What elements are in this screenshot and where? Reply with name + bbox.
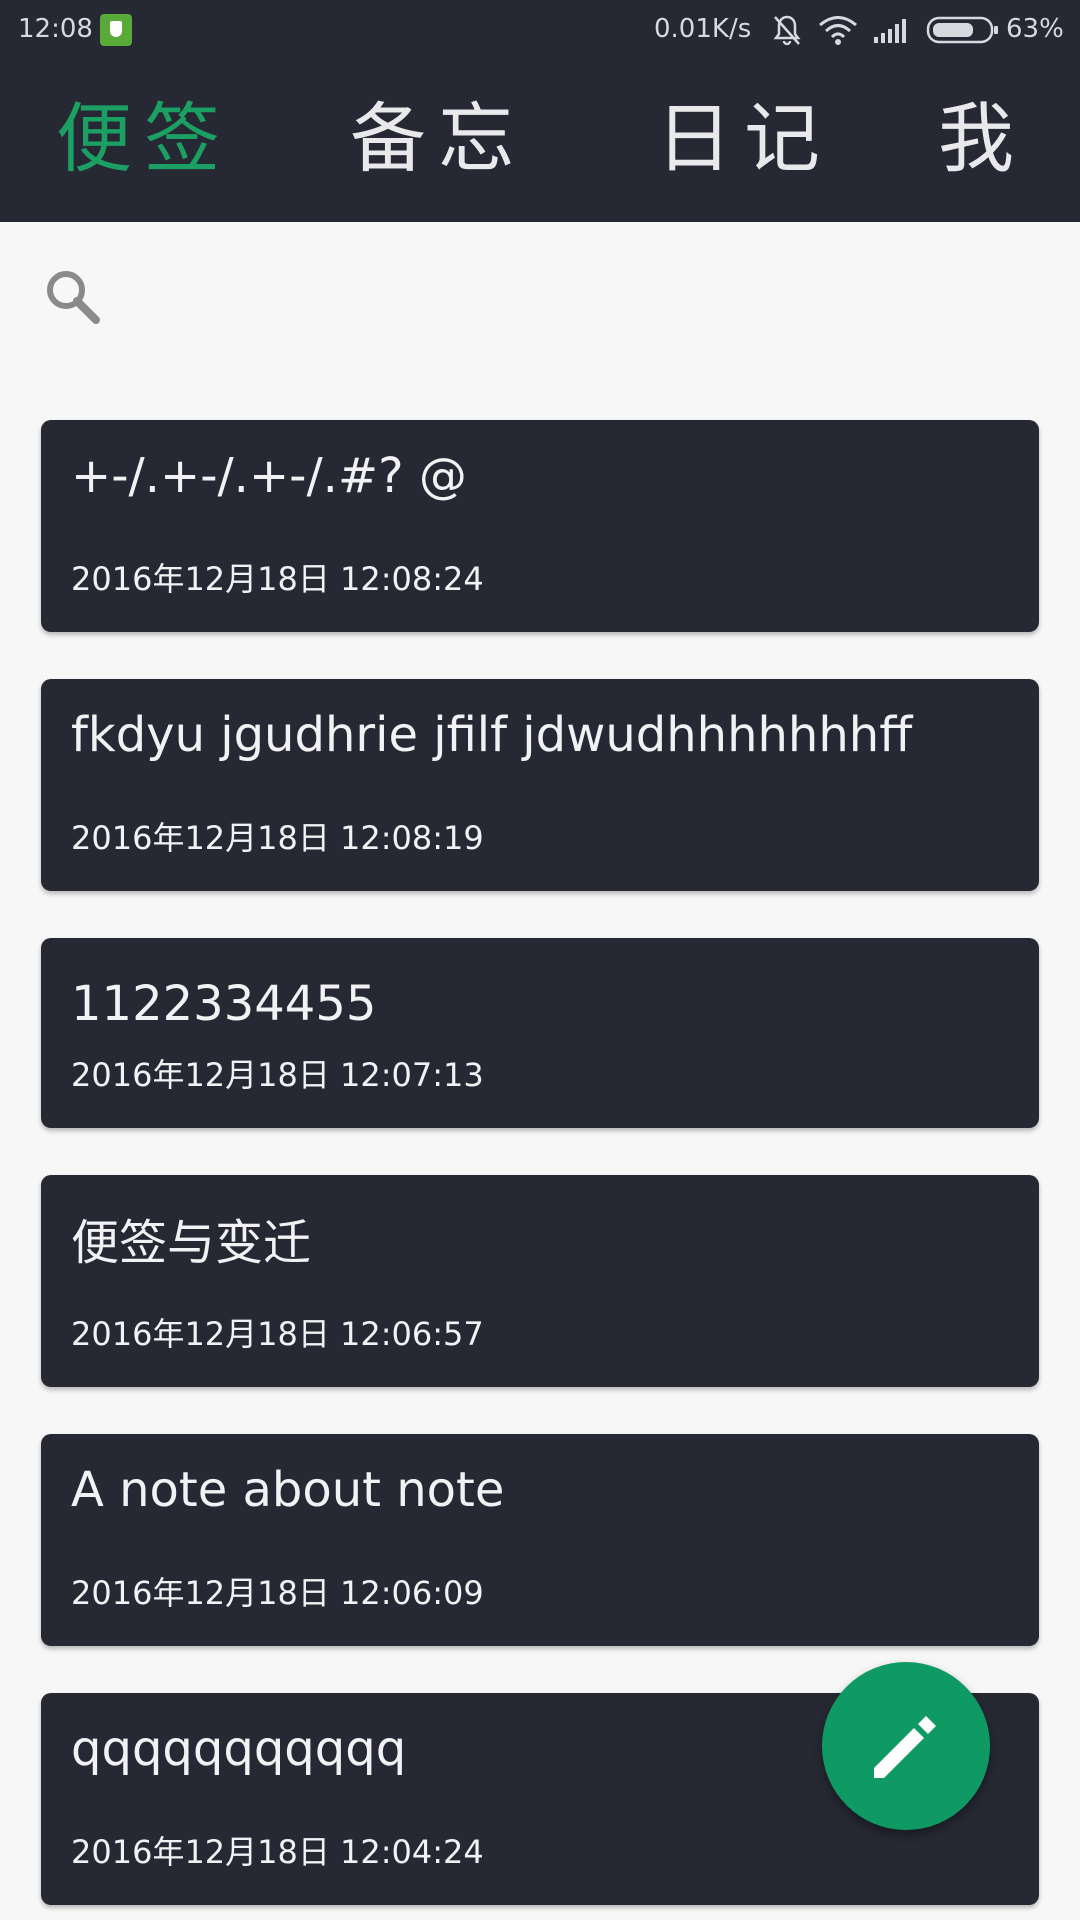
note-date: 2016年12月18日 12:04:24	[71, 1833, 484, 1871]
battery-percent: 63%	[1006, 14, 1064, 44]
note-card[interactable]: fkdyu jgudhrie jfilf jdwudhhhhhhhff 2016…	[41, 679, 1039, 891]
note-title: 1122334455	[71, 976, 377, 1032]
signal-icon	[874, 19, 906, 43]
note-title: qqqqqqqqqqq	[71, 1721, 407, 1777]
tab-notes[interactable]: 便签	[56, 94, 232, 184]
pencil-icon	[874, 1716, 936, 1778]
mute-bell-icon	[773, 15, 801, 46]
note-title: A note about note	[71, 1462, 505, 1518]
tab-me[interactable]: 我	[938, 94, 1026, 184]
battery-icon	[926, 16, 998, 44]
note-card[interactable]: 1122334455 2016年12月18日 12:07:13	[41, 938, 1039, 1128]
tab-memo[interactable]: 备忘	[350, 94, 526, 184]
note-card[interactable]: 便签与变迁 2016年12月18日 12:06:57	[41, 1175, 1039, 1387]
top-nav: 便签 备忘 日记 我	[0, 58, 1080, 222]
status-time: 12:08	[18, 14, 93, 44]
status-icons	[770, 10, 1000, 50]
wifi-icon	[819, 16, 857, 45]
search-icon[interactable]	[40, 264, 104, 328]
note-date: 2016年12月18日 12:06:09	[71, 1574, 484, 1612]
note-title: 便签与变迁	[71, 1215, 312, 1271]
note-title: +-/.+-/.+-/.#? @	[71, 448, 467, 504]
network-speed: 0.01K/s	[654, 14, 752, 44]
note-card[interactable]: A note about note 2016年12月18日 12:06:09	[41, 1434, 1039, 1646]
status-bar: 12:08 0.01K/s 63%	[0, 0, 1080, 58]
shield-app-icon	[100, 14, 132, 46]
note-title: fkdyu jgudhrie jfilf jdwudhhhhhhhff	[71, 707, 913, 763]
tab-diary[interactable]: 日记	[656, 94, 832, 184]
note-card[interactable]: +-/.+-/.+-/.#? @ 2016年12月18日 12:08:24	[41, 420, 1039, 632]
note-date: 2016年12月18日 12:08:19	[71, 819, 484, 857]
note-date: 2016年12月18日 12:08:24	[71, 560, 484, 598]
note-date: 2016年12月18日 12:07:13	[71, 1056, 484, 1094]
note-date: 2016年12月18日 12:06:57	[71, 1315, 484, 1353]
new-note-button[interactable]	[822, 1662, 990, 1830]
